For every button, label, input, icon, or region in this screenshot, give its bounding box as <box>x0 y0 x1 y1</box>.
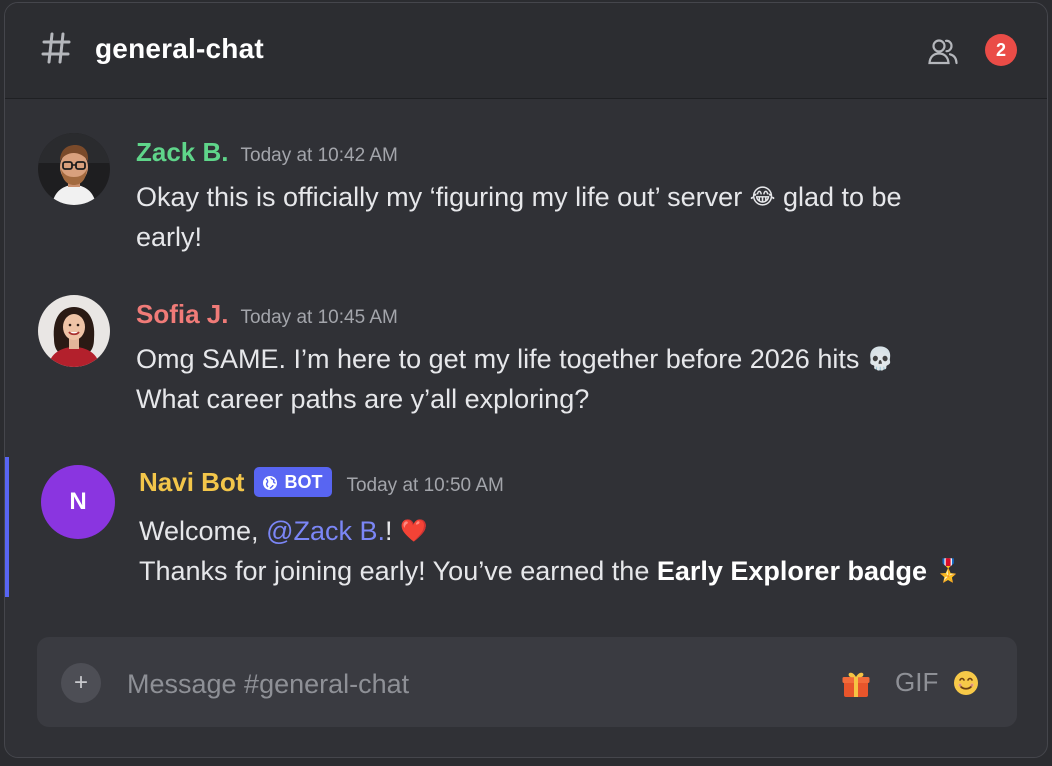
message-input[interactable] <box>125 661 809 707</box>
laughing-emoji-icon: 😂 <box>749 185 776 210</box>
message-line: glad to be <box>782 182 902 212</box>
author-name[interactable]: Sofia J. <box>136 299 228 329</box>
message-text: Okay this is officially my ‘figuring my … <box>136 177 902 257</box>
bot-tag-label: BOT <box>284 472 323 492</box>
members-icon[interactable] <box>927 35 959 67</box>
medal-emoji-icon: 🎖️ <box>934 559 962 584</box>
message-line: Welcome, <box>139 516 259 546</box>
skull-emoji-icon: 💀 <box>866 347 895 372</box>
message-line: Omg SAME. I’m here to get my life togeth… <box>136 344 860 374</box>
heart-emoji-icon: ❤️ <box>400 519 428 544</box>
message-timestamp: Today at 10:45 AM <box>240 307 398 328</box>
gif-button[interactable]: GIF <box>895 667 938 698</box>
author-line-navi: Navi Bot BOT Today at 10:50 AM <box>139 467 504 498</box>
hash-icon <box>41 32 71 64</box>
author-name[interactable]: Zack B. <box>136 137 229 167</box>
badge-name: Early Explorer badge <box>656 556 927 586</box>
message-timestamp: Today at 10:42 AM <box>240 145 398 166</box>
avatar-letter: N <box>69 488 87 515</box>
author-line-sofia: Sofia J. Today at 10:45 AM <box>136 299 398 330</box>
author-name[interactable]: Navi Bot <box>139 467 244 497</box>
message-line: early! <box>136 222 203 252</box>
author-line-zack: Zack B. Today at 10:42 AM <box>136 137 398 168</box>
notification-badge[interactable]: 2 <box>985 34 1017 66</box>
avatar-zack[interactable] <box>38 133 110 205</box>
emoji-picker-icon[interactable] <box>953 670 979 696</box>
message-text: Welcome, @Zack B.! ❤️ Thanks for joining… <box>139 511 962 591</box>
globe-icon <box>263 476 278 490</box>
avatar-navi-bot[interactable]: N <box>41 465 115 539</box>
user-mention[interactable]: @Zack B. <box>266 516 385 546</box>
message-text: Omg SAME. I’m here to get my life togeth… <box>136 339 894 419</box>
message-timestamp: Today at 10:50 AM <box>346 475 504 496</box>
avatar-sofia[interactable] <box>38 295 110 367</box>
message-line: Okay this is officially my ‘figuring my … <box>136 182 743 212</box>
message-composer: + GIF <box>37 637 1017 727</box>
message-line: ! <box>385 516 393 546</box>
message-line: What career paths are y’all exploring? <box>136 384 590 414</box>
bot-message-highlight-bar <box>5 457 9 597</box>
chat-window: general-chat 2 Zack B. Today at 10:42 AM… <box>4 2 1048 758</box>
bot-tag: BOT <box>254 467 333 497</box>
message-line: Thanks for joining early! You’ve earned … <box>139 556 650 586</box>
channel-title: general-chat <box>95 33 264 64</box>
add-attachment-button[interactable]: + <box>61 663 101 703</box>
gift-icon[interactable] <box>841 669 871 699</box>
channel-header: general-chat 2 <box>5 3 1047 99</box>
